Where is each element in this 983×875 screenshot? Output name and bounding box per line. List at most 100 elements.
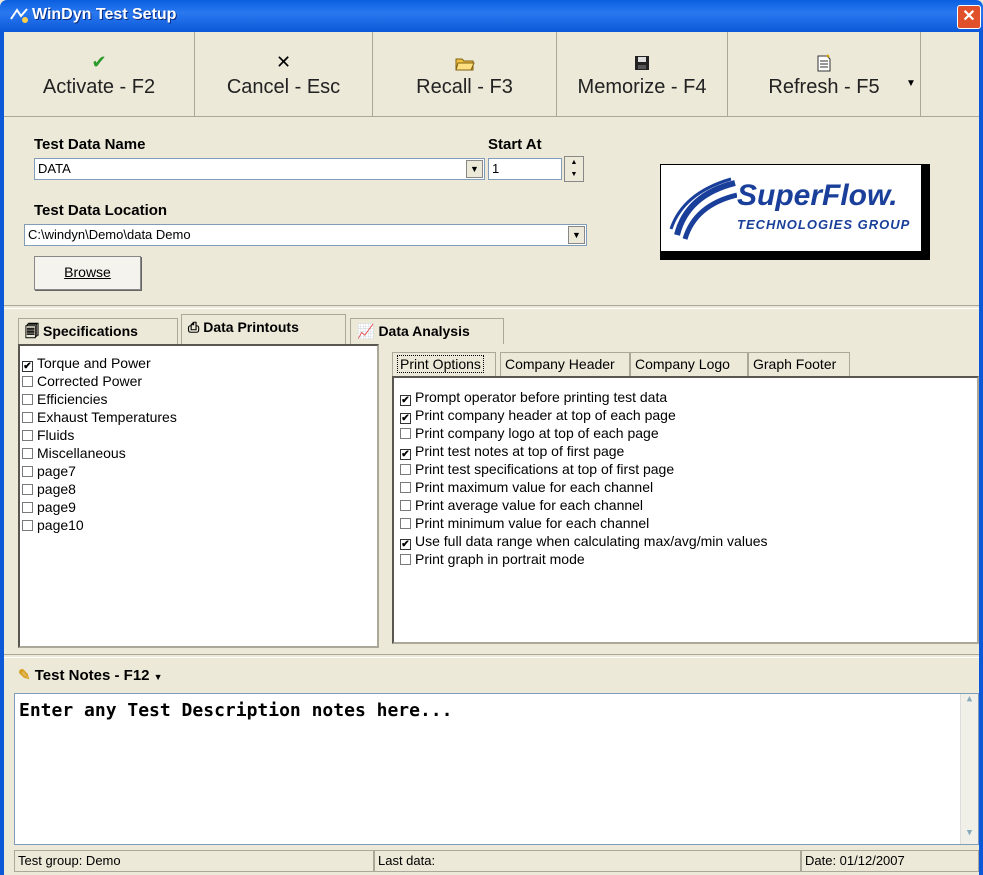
- tab-data-analysis-label: Data Analysis: [378, 323, 470, 339]
- scroll-down-icon[interactable]: ▼: [961, 828, 978, 844]
- checkbox-icon[interactable]: [22, 466, 33, 477]
- status-date: Date: 01/12/2007: [801, 850, 979, 872]
- status-last-data: Last data:: [374, 850, 801, 872]
- chevron-down-icon[interactable]: ▼: [466, 160, 483, 178]
- checkbox-icon[interactable]: [400, 500, 411, 511]
- printer-icon: ⎙: [188, 319, 200, 335]
- page-item[interactable]: Exhaust Temperatures: [20, 408, 377, 426]
- checkbox-icon[interactable]: [22, 484, 33, 495]
- subtab-company-logo[interactable]: Company Logo: [630, 352, 748, 376]
- page-item[interactable]: page10: [20, 516, 377, 534]
- option-item[interactable]: Print graph in portrait mode: [394, 550, 977, 568]
- checkbox-checked-icon[interactable]: ✔: [400, 395, 411, 406]
- cancel-label: Cancel - Esc: [226, 76, 341, 98]
- tab-data-printouts[interactable]: ⎙ Data Printouts: [181, 314, 346, 344]
- test-data-location-value: C:\windyn\Demo\data Demo: [28, 227, 191, 242]
- page-item[interactable]: Efficiencies: [20, 390, 377, 408]
- checkbox-checked-icon[interactable]: ✔: [400, 539, 411, 550]
- printout-pages-list[interactable]: ✔ Torque and Power Corrected Power Efficien…: [18, 344, 379, 648]
- checkbox-icon[interactable]: [22, 520, 33, 531]
- option-label: Print test specifications at top of firs…: [415, 461, 675, 477]
- subtab-print-options[interactable]: Print Options: [392, 352, 496, 376]
- option-item[interactable]: Print test specifications at top of firs…: [394, 460, 977, 478]
- subtab-graph-footer-label: Graph Footer: [753, 356, 837, 372]
- page-item[interactable]: Corrected Power: [20, 372, 377, 390]
- page-item[interactable]: Miscellaneous: [20, 444, 377, 462]
- window-title: WinDyn Test Setup: [32, 6, 177, 23]
- test-notes-textarea[interactable]: Enter any Test Description notes here...…: [14, 693, 979, 845]
- subtab-company-header-label: Company Header: [505, 356, 615, 372]
- checkbox-icon[interactable]: [400, 464, 411, 475]
- page-label: page7: [37, 463, 76, 479]
- checkbox-icon[interactable]: [22, 412, 33, 423]
- page-label: page8: [37, 481, 76, 497]
- chevron-down-icon[interactable]: ▼: [568, 226, 585, 244]
- memorize-button[interactable]: Memorize - F4: [557, 32, 728, 116]
- test-notes-header[interactable]: ✎ Test Notes - F12 ▼: [18, 666, 163, 684]
- status-test-group: Test group: Demo: [14, 850, 374, 872]
- new-document-icon: [728, 48, 920, 76]
- checkbox-icon[interactable]: [22, 376, 33, 387]
- refresh-button[interactable]: Refresh - F5: [728, 32, 921, 116]
- checkbox-icon[interactable]: [400, 554, 411, 565]
- chart-icon: 📈: [357, 323, 375, 339]
- option-item[interactable]: ✔ Use full data range when calculating ma…: [394, 532, 977, 550]
- chevron-down-icon: ▼: [153, 672, 163, 682]
- checkbox-icon[interactable]: [400, 482, 411, 493]
- checkbox-icon[interactable]: [22, 448, 33, 459]
- page-label: page10: [37, 517, 84, 533]
- start-at-input[interactable]: 1: [488, 158, 562, 180]
- test-notes-text: Enter any Test Description notes here...: [19, 700, 453, 721]
- recall-button[interactable]: Recall - F3: [373, 32, 557, 116]
- test-data-name-input[interactable]: DATA ▼: [34, 158, 485, 180]
- subtab-graph-footer[interactable]: Graph Footer: [748, 352, 850, 376]
- browse-button[interactable]: Browse: [34, 256, 141, 290]
- page-item[interactable]: page7: [20, 462, 377, 480]
- page-item[interactable]: ✔ Torque and Power: [20, 354, 377, 372]
- start-at-spinner[interactable]: ▲ ▼: [564, 156, 584, 182]
- logo-swoosh-icon: [669, 177, 737, 240]
- checkbox-checked-icon[interactable]: ✔: [400, 449, 411, 460]
- toolbar-overflow-arrow-icon[interactable]: ▼: [906, 78, 916, 89]
- logo-brand: SuperFlow.: [737, 179, 898, 212]
- option-item[interactable]: ✔ Prompt operator before printing test da…: [394, 388, 977, 406]
- close-window-button[interactable]: ✕: [957, 5, 981, 29]
- option-item[interactable]: ✔ Print company header at top of each pag…: [394, 406, 977, 424]
- option-item[interactable]: Print maximum value for each channel: [394, 478, 977, 496]
- page-item[interactable]: page8: [20, 480, 377, 498]
- refresh-label: Refresh - F5: [768, 76, 880, 98]
- checkbox-icon[interactable]: [400, 518, 411, 529]
- option-item[interactable]: Print company logo at top of each page: [394, 424, 977, 442]
- subtab-company-header[interactable]: Company Header: [500, 352, 630, 376]
- cancel-button[interactable]: ✕ Cancel - Esc: [195, 32, 373, 116]
- floppy-disk-icon: [557, 48, 727, 76]
- checkbox-icon[interactable]: [22, 502, 33, 513]
- spin-up-icon[interactable]: ▲: [565, 157, 583, 169]
- print-options-panel[interactable]: ✔ Prompt operator before printing test da…: [392, 376, 979, 644]
- tab-specifications[interactable]: 🗐 Specifications: [18, 318, 178, 344]
- subtab-print-options-label: Print Options: [397, 355, 484, 373]
- page-label: Torque and Power: [37, 355, 151, 371]
- logo-box: SuperFlow. TECHNOLOGIES GROUP: [660, 164, 922, 252]
- page-label: Efficiencies: [37, 391, 108, 407]
- option-item[interactable]: Print average value for each channel: [394, 496, 977, 514]
- page-label: page9: [37, 499, 76, 515]
- activate-button[interactable]: ✔ Activate - F2: [4, 32, 195, 116]
- checkbox-checked-icon[interactable]: ✔: [400, 413, 411, 424]
- subtab-company-logo-label: Company Logo: [635, 356, 730, 372]
- page-item[interactable]: Fluids: [20, 426, 377, 444]
- scroll-up-icon[interactable]: ▲: [961, 694, 978, 710]
- spin-down-icon[interactable]: ▼: [565, 169, 583, 181]
- tab-data-analysis[interactable]: 📈 Data Analysis: [350, 318, 504, 344]
- notes-scrollbar[interactable]: ▲ ▼: [960, 694, 978, 844]
- logo-subtitle: TECHNOLOGIES GROUP: [737, 217, 911, 232]
- checkbox-icon[interactable]: [22, 430, 33, 441]
- checkbox-icon[interactable]: [400, 428, 411, 439]
- option-item[interactable]: ✔ Print test notes at top of first page: [394, 442, 977, 460]
- test-data-location-input[interactable]: C:\windyn\Demo\data Demo ▼: [24, 224, 587, 246]
- option-label: Print graph in portrait mode: [415, 551, 585, 567]
- option-item[interactable]: Print minimum value for each channel: [394, 514, 977, 532]
- page-item[interactable]: page9: [20, 498, 377, 516]
- checkbox-checked-icon[interactable]: ✔: [22, 361, 33, 372]
- checkbox-icon[interactable]: [22, 394, 33, 405]
